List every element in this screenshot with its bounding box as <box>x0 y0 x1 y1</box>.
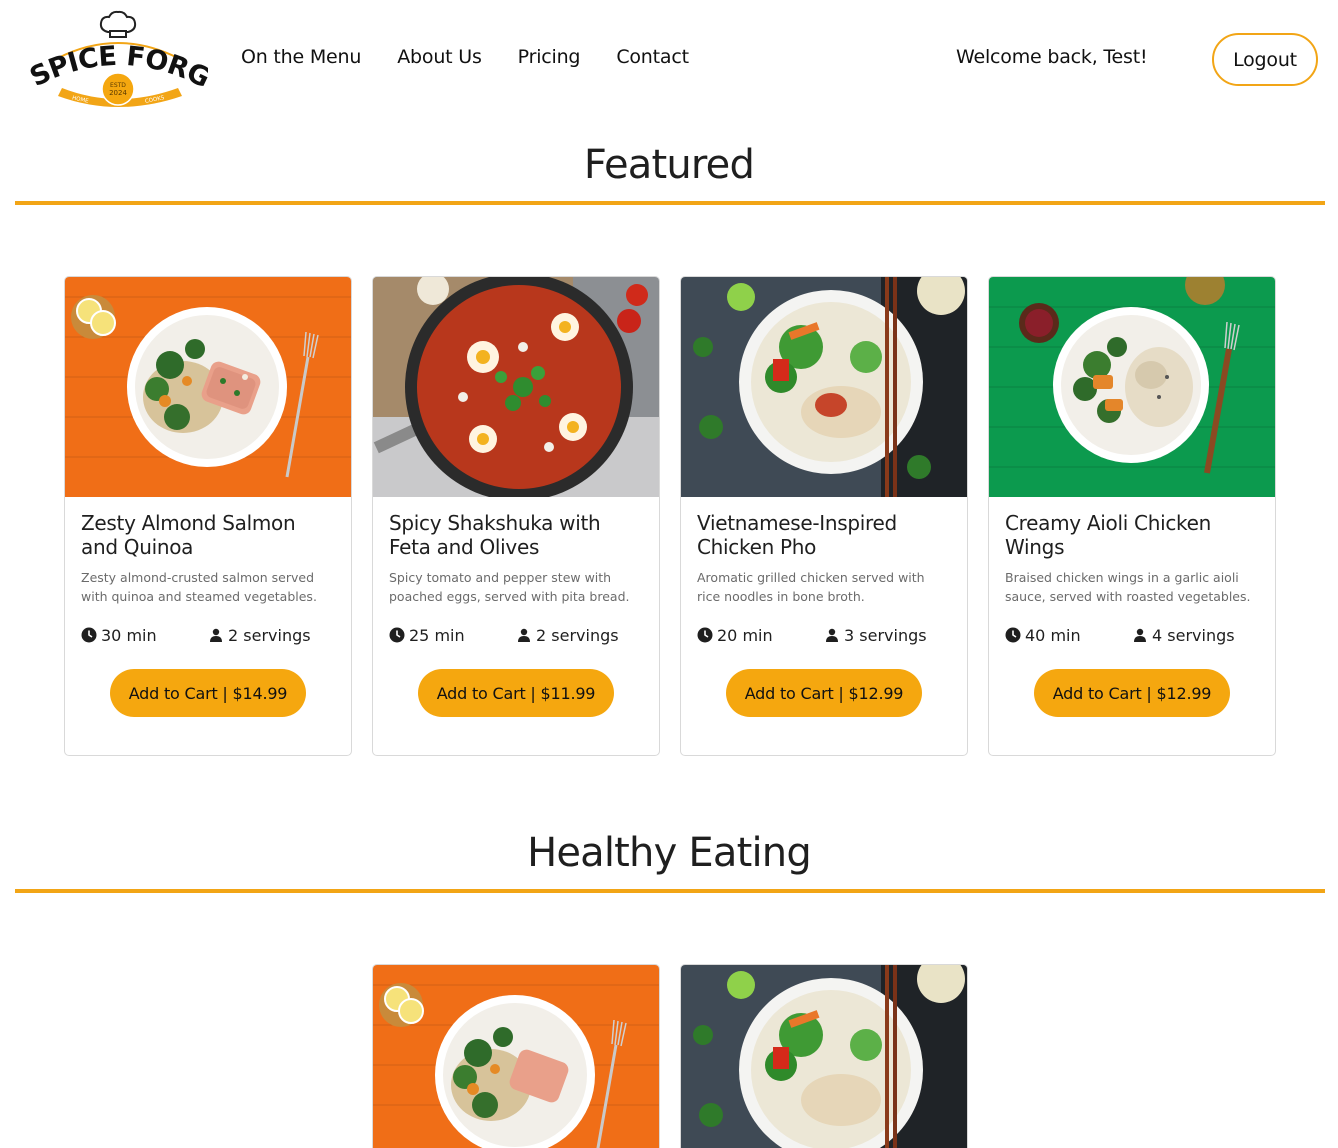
recipe-card: Vietnamese-Inspired Chicken Pho Aromatic… <box>680 276 968 756</box>
clock-icon <box>81 627 97 643</box>
spice-forge-logo[interactable]: SPICE FORGE ESTD 2024 HOME COOKS <box>28 10 208 110</box>
recipe-servings: 4 servings <box>1133 626 1235 645</box>
recipe-image-pho[interactable] <box>681 277 967 497</box>
recipe-time: 25 min <box>389 626 517 645</box>
recipe-time-value: 30 min <box>101 625 157 645</box>
clock-icon <box>697 627 713 643</box>
logout-button[interactable]: Logout <box>1212 33 1318 86</box>
recipe-time-value: 20 min <box>717 625 773 645</box>
recipe-time-value: 40 min <box>1025 625 1081 645</box>
recipe-title[interactable]: Vietnamese-Inspired Chicken Pho <box>697 511 951 559</box>
recipe-image-salmon[interactable] <box>65 277 351 497</box>
recipe-servings: 2 servings <box>209 626 311 645</box>
recipe-servings-value: 2 servings <box>228 625 311 645</box>
logo-year: 2024 <box>109 89 127 97</box>
recipe-title[interactable]: Creamy Aioli Chicken Wings <box>1005 511 1259 559</box>
clock-icon <box>1005 627 1021 643</box>
main-nav: On the Menu About Us Pricing Contact <box>241 46 689 68</box>
section-title-healthy-eating: Healthy Eating <box>527 830 812 876</box>
recipe-description: Aromatic grilled chicken served with ric… <box>697 570 925 604</box>
recipe-title[interactable]: Zesty Almond Salmon and Quinoa <box>81 511 335 559</box>
recipe-description: Spicy tomato and pepper stew with poache… <box>389 570 630 604</box>
person-icon <box>518 628 530 642</box>
recipe-time-value: 25 min <box>409 625 465 645</box>
recipe-image-chicken[interactable] <box>989 277 1275 497</box>
nav-on-the-menu[interactable]: On the Menu <box>241 46 361 68</box>
add-to-cart-button[interactable]: Add to Cart | $12.99 <box>1034 669 1230 717</box>
person-icon <box>1134 628 1146 642</box>
section-divider <box>15 201 1325 205</box>
recipe-card: Creamy Aioli Chicken Wings Braised chick… <box>988 276 1276 756</box>
recipe-description: Braised chicken wings in a garlic aioli … <box>1005 570 1251 604</box>
recipe-servings-value: 4 servings <box>1152 625 1235 645</box>
recipe-time: 20 min <box>697 626 825 645</box>
recipe-image-pho[interactable] <box>681 965 967 1148</box>
recipe-card: Zesty Almond Salmon and Quinoa Zesty alm… <box>64 276 352 756</box>
recipe-card <box>680 964 968 1148</box>
add-to-cart-button[interactable]: Add to Cart | $14.99 <box>110 669 306 717</box>
chef-hat-icon <box>99 10 137 38</box>
section-title-featured: Featured <box>583 142 755 188</box>
recipe-image-shakshuka[interactable] <box>373 277 659 497</box>
recipe-servings-value: 3 servings <box>844 625 927 645</box>
recipe-time: 40 min <box>1005 626 1133 645</box>
add-to-cart-button[interactable]: Add to Cart | $12.99 <box>726 669 922 717</box>
nav-about-us[interactable]: About Us <box>397 46 482 68</box>
recipe-servings-value: 2 servings <box>536 625 619 645</box>
recipe-title[interactable]: Spicy Shakshuka with Feta and Olives <box>389 511 643 559</box>
recipe-servings: 3 servings <box>825 626 927 645</box>
nav-contact[interactable]: Contact <box>616 46 689 68</box>
section-divider <box>15 889 1325 893</box>
recipe-image-salmon[interactable] <box>373 965 659 1148</box>
welcome-message: Welcome back, Test! <box>956 46 1148 68</box>
recipe-card: Spicy Shakshuka with Feta and Olives Spi… <box>372 276 660 756</box>
person-icon <box>826 628 838 642</box>
add-to-cart-button[interactable]: Add to Cart | $11.99 <box>418 669 614 717</box>
recipe-card <box>372 964 660 1148</box>
recipe-description: Zesty almond-crusted salmon served with … <box>81 570 317 604</box>
site-header: SPICE FORGE ESTD 2024 HOME COOKS On the … <box>0 0 1338 120</box>
clock-icon <box>389 627 405 643</box>
recipe-servings: 2 servings <box>517 626 619 645</box>
recipe-time: 30 min <box>81 626 209 645</box>
nav-pricing[interactable]: Pricing <box>518 46 581 68</box>
person-icon <box>210 628 222 642</box>
logo-estd: ESTD <box>110 82 126 89</box>
